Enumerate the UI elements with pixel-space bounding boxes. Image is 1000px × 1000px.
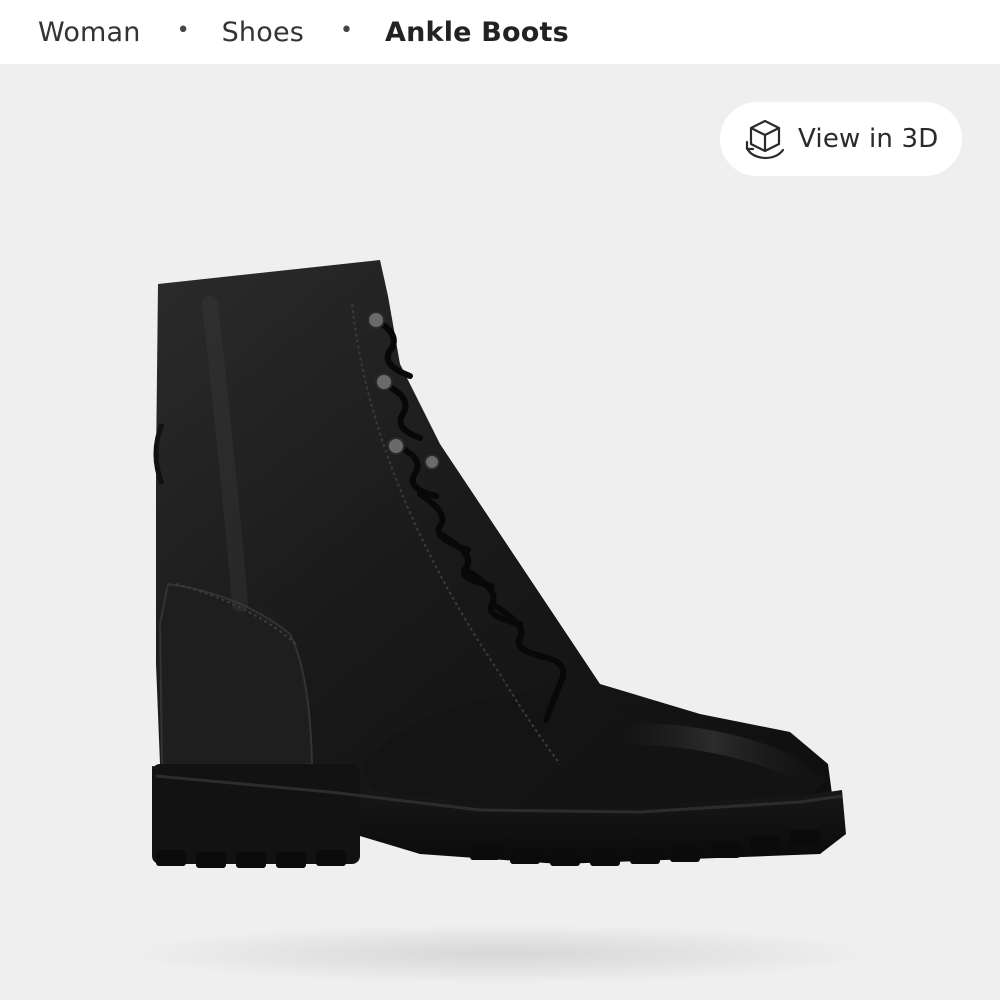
cube-rotate-icon [740,114,790,164]
breadcrumb-separator: • [340,17,354,43]
view-in-3d-label: View in 3D [798,124,939,154]
product-image-gallery[interactable]: View in 3D [0,64,1000,1000]
breadcrumb-item-shoes[interactable]: Shoes [222,17,304,48]
view-in-3d-button[interactable]: View in 3D [720,102,962,176]
breadcrumb-separator: • [176,17,190,43]
product-page: Woman • Shoes • Ankle Boots View in 3D [0,0,1000,1000]
breadcrumb-item-woman[interactable]: Woman [38,17,141,48]
breadcrumb-item-ankle-boots: Ankle Boots [385,16,569,48]
product-image-ankle-boot [152,260,846,868]
breadcrumb: Woman • Shoes • Ankle Boots [0,0,1000,64]
